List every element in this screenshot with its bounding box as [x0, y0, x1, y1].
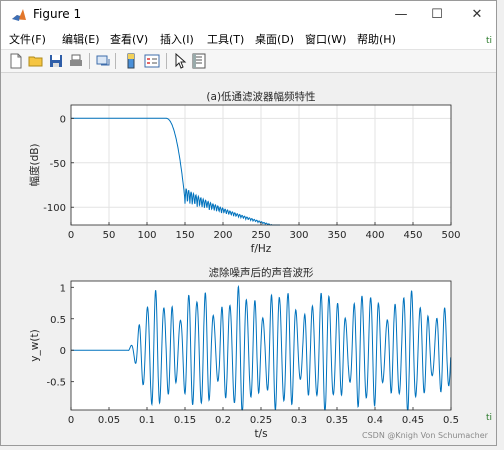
side-mark-top: ti	[486, 36, 493, 46]
toolbar-separator	[89, 53, 90, 69]
chart-title: (a)低通滤波器幅频特性	[206, 90, 315, 103]
legend-icon[interactable]	[144, 53, 160, 69]
print-icon[interactable]	[68, 53, 84, 69]
x-tick-label: 50	[103, 230, 116, 241]
y-axis-label: y_w(t)	[29, 329, 41, 361]
pointer-arrow-icon[interactable]	[172, 53, 188, 69]
x-tick-label: 150	[175, 230, 194, 241]
matlab-logo-icon	[11, 7, 27, 23]
figure-window: Figure 1 — ☐ ✕ 文件(F) 编辑(E) 查看(V) 插入(I) 工…	[0, 0, 497, 446]
y-tick-label: 0	[60, 114, 66, 125]
figure-plots: 0 50 100 150 200 250 300 350 400 450 5000-50-100(a…	[28, 90, 461, 440]
minimize-button[interactable]: —	[383, 1, 419, 29]
x-tick-label: 0.25	[250, 415, 272, 426]
x-tick-label: 450	[403, 230, 422, 241]
x-tick-label: 0.4	[367, 415, 383, 426]
property-inspector-icon[interactable]	[191, 53, 207, 69]
x-axis-label: f/Hz	[251, 243, 272, 255]
x-tick-label: 0	[68, 230, 74, 241]
x-tick-label: 0.15	[174, 415, 196, 426]
menu-view[interactable]: 查看(V)	[110, 31, 148, 47]
y-tick-label: -0.5	[46, 378, 66, 389]
menu-edit[interactable]: 编辑(E)	[62, 31, 100, 47]
watermark: CSDN @Knigh Von Schumacher	[362, 431, 488, 440]
x-tick-label: 0.3	[291, 415, 307, 426]
link-plot-icon[interactable]	[95, 53, 111, 69]
window-title: Figure 1	[33, 7, 82, 21]
menu-window[interactable]: 窗口(W)	[305, 31, 346, 47]
y-axis-label: 幅度(dB)	[28, 143, 41, 186]
x-tick-label: 400	[365, 230, 384, 241]
title-bar: Figure 1 — ☐ ✕	[1, 1, 496, 29]
x-tick-label: 0	[68, 415, 74, 426]
open-folder-icon[interactable]	[28, 53, 44, 69]
x-tick-label: 200	[213, 230, 232, 241]
x-tick-label: 0.1	[139, 415, 155, 426]
x-axis-label: t/s	[254, 428, 267, 440]
chart-title: 滤除噪声后的声音波形	[209, 266, 314, 279]
x-tick-label: 0.5	[443, 415, 459, 426]
menu-insert[interactable]: 插入(I)	[160, 31, 194, 47]
maximize-button[interactable]: ☐	[419, 1, 455, 29]
toolbar-separator	[166, 53, 167, 69]
save-icon[interactable]	[48, 53, 64, 69]
y-tick-label: 0.5	[50, 315, 66, 326]
menu-desktop[interactable]: 桌面(D)	[255, 31, 294, 47]
y-tick-label: 1	[60, 283, 66, 294]
x-tick-label: 300	[289, 230, 308, 241]
x-tick-label: 0.35	[326, 415, 348, 426]
menu-help[interactable]: 帮助(H)	[357, 31, 396, 47]
figure-toolbar	[1, 50, 496, 73]
x-tick-label: 0.45	[402, 415, 424, 426]
y-tick-label: -100	[43, 203, 66, 214]
x-tick-label: 250	[251, 230, 270, 241]
menu-file[interactable]: 文件(F)	[9, 31, 46, 47]
new-figure-icon[interactable]	[8, 53, 24, 69]
close-button[interactable]: ✕	[459, 1, 495, 29]
menu-tools[interactable]: 工具(T)	[207, 31, 244, 47]
x-tick-label: 350	[327, 230, 346, 241]
colorbar-icon[interactable]	[123, 53, 139, 69]
x-tick-label: 0.05	[98, 415, 120, 426]
figure-canvas: 0 50 100 150 200 250 300 350 400 450 500 0 -50 -100 (a…	[6, 75, 493, 442]
x-tick-label: 500	[441, 230, 460, 241]
toolbar-separator	[115, 53, 116, 69]
x-tick-label: 0.2	[215, 415, 231, 426]
y-tick-label: -50	[50, 159, 66, 170]
y-tick-label: 0	[60, 346, 66, 357]
menu-bar: 文件(F) 编辑(E) 查看(V) 插入(I) 工具(T) 桌面(D) 窗口(W…	[1, 29, 496, 50]
x-tick-label: 100	[137, 230, 156, 241]
side-mark-bottom: ti	[486, 413, 493, 423]
